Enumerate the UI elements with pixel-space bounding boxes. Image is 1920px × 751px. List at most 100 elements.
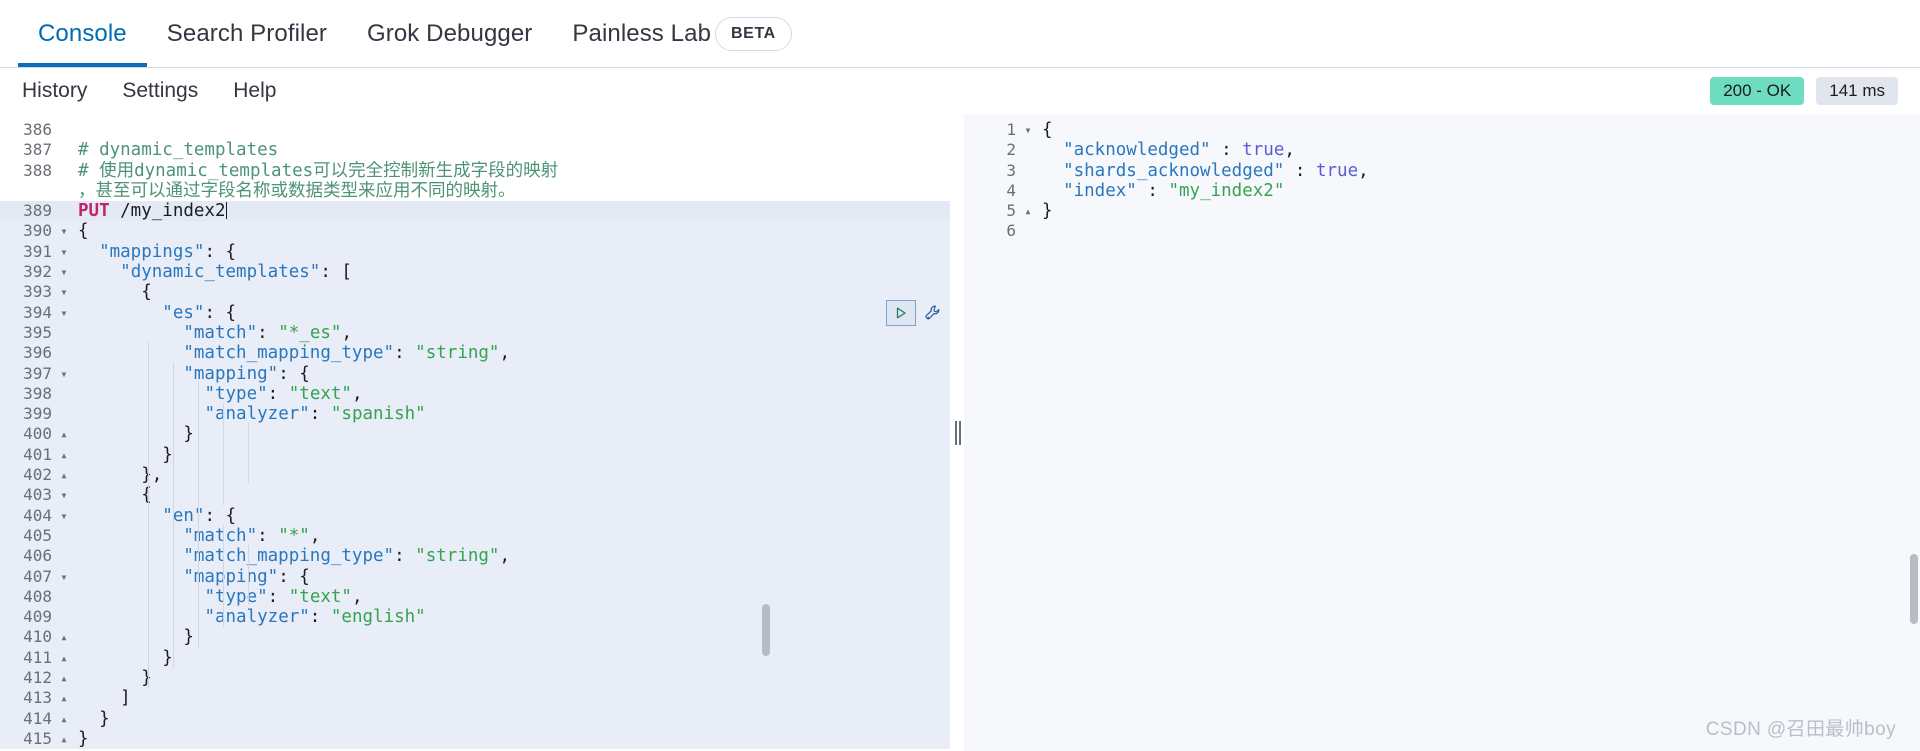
- fold-toggle-icon[interactable]: ▴: [58, 729, 70, 749]
- request-line[interactable]: 415 ▴}: [0, 728, 950, 750]
- code-text: {: [78, 221, 89, 242]
- request-line[interactable]: 397 ▾ "mapping": {: [0, 363, 950, 384]
- request-line[interactable]: 390 ▾ {: [0, 221, 950, 242]
- request-line[interactable]: 387 # dynamic_templates: [0, 140, 950, 160]
- fold-toggle-icon[interactable]: ▾: [1022, 120, 1034, 140]
- line-number: 405: [23, 525, 52, 545]
- tab-grok-debugger-label: Grok Debugger: [367, 20, 533, 47]
- code-text: }: [78, 728, 89, 749]
- request-line[interactable]: 395 "match": "*_es",: [0, 322, 950, 344]
- fold-toggle-icon[interactable]: ▾: [58, 364, 70, 384]
- request-pane[interactable]: 386 387 # dynamic_templates 388 # 使用dynamic_…: [0, 114, 950, 751]
- code-text: "shards_acknowledged" : true,: [1063, 160, 1369, 181]
- request-line[interactable]: 408 "type": "text",: [0, 586, 950, 608]
- request-line[interactable]: 393 ▾ {: [0, 282, 950, 303]
- request-line[interactable]: 411 ▴ }: [0, 647, 950, 669]
- fold-toggle-icon[interactable]: ▾: [58, 221, 70, 241]
- line-number: 396: [23, 343, 52, 363]
- fold-toggle-icon[interactable]: ▾: [58, 262, 70, 282]
- request-line[interactable]: 389 PUT /my_index2: [0, 201, 950, 222]
- request-line[interactable]: 388 # 使用dynamic_templates可以完全控制新生成字段的映射 ，甚…: [0, 161, 950, 202]
- request-line[interactable]: 414 ▴ }: [0, 708, 950, 729]
- fold-toggle-icon[interactable]: ▴: [58, 668, 70, 688]
- code-text: "match_mapping_type": "string",: [183, 546, 511, 567]
- response-editor[interactable]: 1 ▾{2 "acknowledged" : true, 3 "shards_ack…: [964, 114, 1920, 751]
- fold-toggle-icon[interactable]: ▾: [58, 282, 70, 302]
- request-line[interactable]: 407 ▾ "mapping": {: [0, 566, 950, 587]
- code-text: {: [78, 485, 152, 506]
- request-line[interactable]: 400 ▴ }: [0, 424, 950, 445]
- fold-toggle-icon[interactable]: ▴: [58, 465, 70, 485]
- code-text: }: [78, 668, 152, 689]
- line-number: 401: [23, 444, 52, 464]
- fold-toggle-icon[interactable]: ▴: [1022, 201, 1034, 221]
- line-number: 391: [23, 241, 52, 261]
- code-text: }: [78, 424, 194, 445]
- request-line[interactable]: 392 ▾ "dynamic_templates": [: [0, 262, 950, 283]
- request-line[interactable]: 403 ▾ {: [0, 485, 950, 506]
- request-line[interactable]: 412 ▴ }: [0, 668, 950, 689]
- console-panes: 386 387 # dynamic_templates 388 # 使用dynamic_…: [0, 114, 1920, 751]
- watermark: CSDN @召田最帅boy: [1705, 719, 1896, 740]
- code-text: ]: [78, 688, 131, 709]
- fold-toggle-icon[interactable]: ▴: [58, 648, 70, 668]
- request-line[interactable]: 404 ▾ "en": {: [0, 505, 950, 526]
- console-sub-toolbar: History Settings Help 200 - OK 141 ms: [0, 68, 1920, 114]
- fold-toggle-icon[interactable]: ▴: [58, 688, 70, 708]
- tab-grok-debugger[interactable]: Grok Debugger: [347, 1, 552, 67]
- request-line[interactable]: 413 ▴ ]: [0, 688, 950, 709]
- line-number: 395: [23, 322, 52, 342]
- code-text: },: [78, 465, 163, 486]
- wrench-icon[interactable]: [920, 300, 946, 326]
- tab-console[interactable]: Console: [18, 1, 147, 67]
- fold-toggle-icon[interactable]: ▾: [58, 506, 70, 526]
- response-line: 3 "shards_acknowledged" : true,: [964, 161, 1920, 181]
- request-line[interactable]: 405 "match": "*",: [0, 525, 950, 547]
- request-line[interactable]: 410 ▴ }: [0, 627, 950, 648]
- fold-toggle-icon[interactable]: ▴: [58, 627, 70, 647]
- fold-toggle-icon[interactable]: ▾: [58, 485, 70, 505]
- indent-guide: [223, 403, 224, 505]
- code-text: }: [78, 444, 173, 465]
- play-icon[interactable]: [886, 300, 916, 326]
- request-line[interactable]: 402 ▴ },: [0, 465, 950, 486]
- request-line[interactable]: 401 ▴ }: [0, 444, 950, 466]
- pane-splitter[interactable]: [950, 114, 964, 751]
- help-button[interactable]: Help: [233, 79, 276, 103]
- request-line[interactable]: 386: [0, 120, 950, 140]
- fold-toggle-icon[interactable]: ▴: [58, 445, 70, 465]
- kibana-dev-tools-console: Console Search Profiler Grok Debugger Pa…: [0, 0, 1920, 751]
- request-line[interactable]: 406 "match_mapping_type": "string",: [0, 546, 950, 567]
- request-editor[interactable]: 386 387 # dynamic_templates 388 # 使用dynamic_…: [0, 114, 950, 751]
- line-number: 409: [23, 607, 52, 627]
- line-number: 400: [23, 424, 52, 444]
- tab-painless-lab[interactable]: Painless Lab BETA: [552, 1, 811, 67]
- line-number: 411: [23, 647, 52, 667]
- status-badge: 200 - OK: [1710, 77, 1805, 105]
- fold-toggle-icon[interactable]: ▴: [58, 709, 70, 729]
- request-line[interactable]: 391 ▾ "mappings": {: [0, 241, 950, 263]
- line-number: 407: [23, 566, 52, 586]
- line-number: 410: [23, 627, 52, 647]
- request-line[interactable]: 409 "analyzer": "english": [0, 607, 950, 628]
- fold-toggle-icon[interactable]: ▴: [58, 424, 70, 444]
- history-button[interactable]: History: [22, 79, 87, 103]
- code-text: "mappings": {: [99, 241, 237, 262]
- tab-painless-lab-label: Painless Lab: [572, 20, 712, 47]
- response-pane[interactable]: 1 ▾{2 "acknowledged" : true, 3 "shards_ack…: [964, 114, 1920, 751]
- fold-toggle-icon[interactable]: ▾: [58, 303, 70, 323]
- settings-button[interactable]: Settings: [122, 79, 198, 103]
- request-line[interactable]: 398 "type": "text",: [0, 383, 950, 405]
- line-number: 415: [23, 728, 52, 748]
- tab-search-profiler[interactable]: Search Profiler: [147, 1, 347, 67]
- line-number: 398: [23, 383, 52, 403]
- request-scrollbar[interactable]: [762, 604, 770, 656]
- response-line: 4 "index" : "my_index2": [964, 181, 1920, 201]
- request-line[interactable]: 396 "match_mapping_type": "string",: [0, 343, 950, 364]
- request-line[interactable]: 399 "analyzer": "spanish": [0, 404, 950, 425]
- code-text: "type": "text",: [204, 383, 363, 404]
- response-scrollbar[interactable]: [1910, 554, 1918, 624]
- fold-toggle-icon[interactable]: ▾: [58, 242, 70, 262]
- request-line[interactable]: 394 ▾ "es": {: [0, 302, 950, 323]
- fold-toggle-icon[interactable]: ▾: [58, 567, 70, 587]
